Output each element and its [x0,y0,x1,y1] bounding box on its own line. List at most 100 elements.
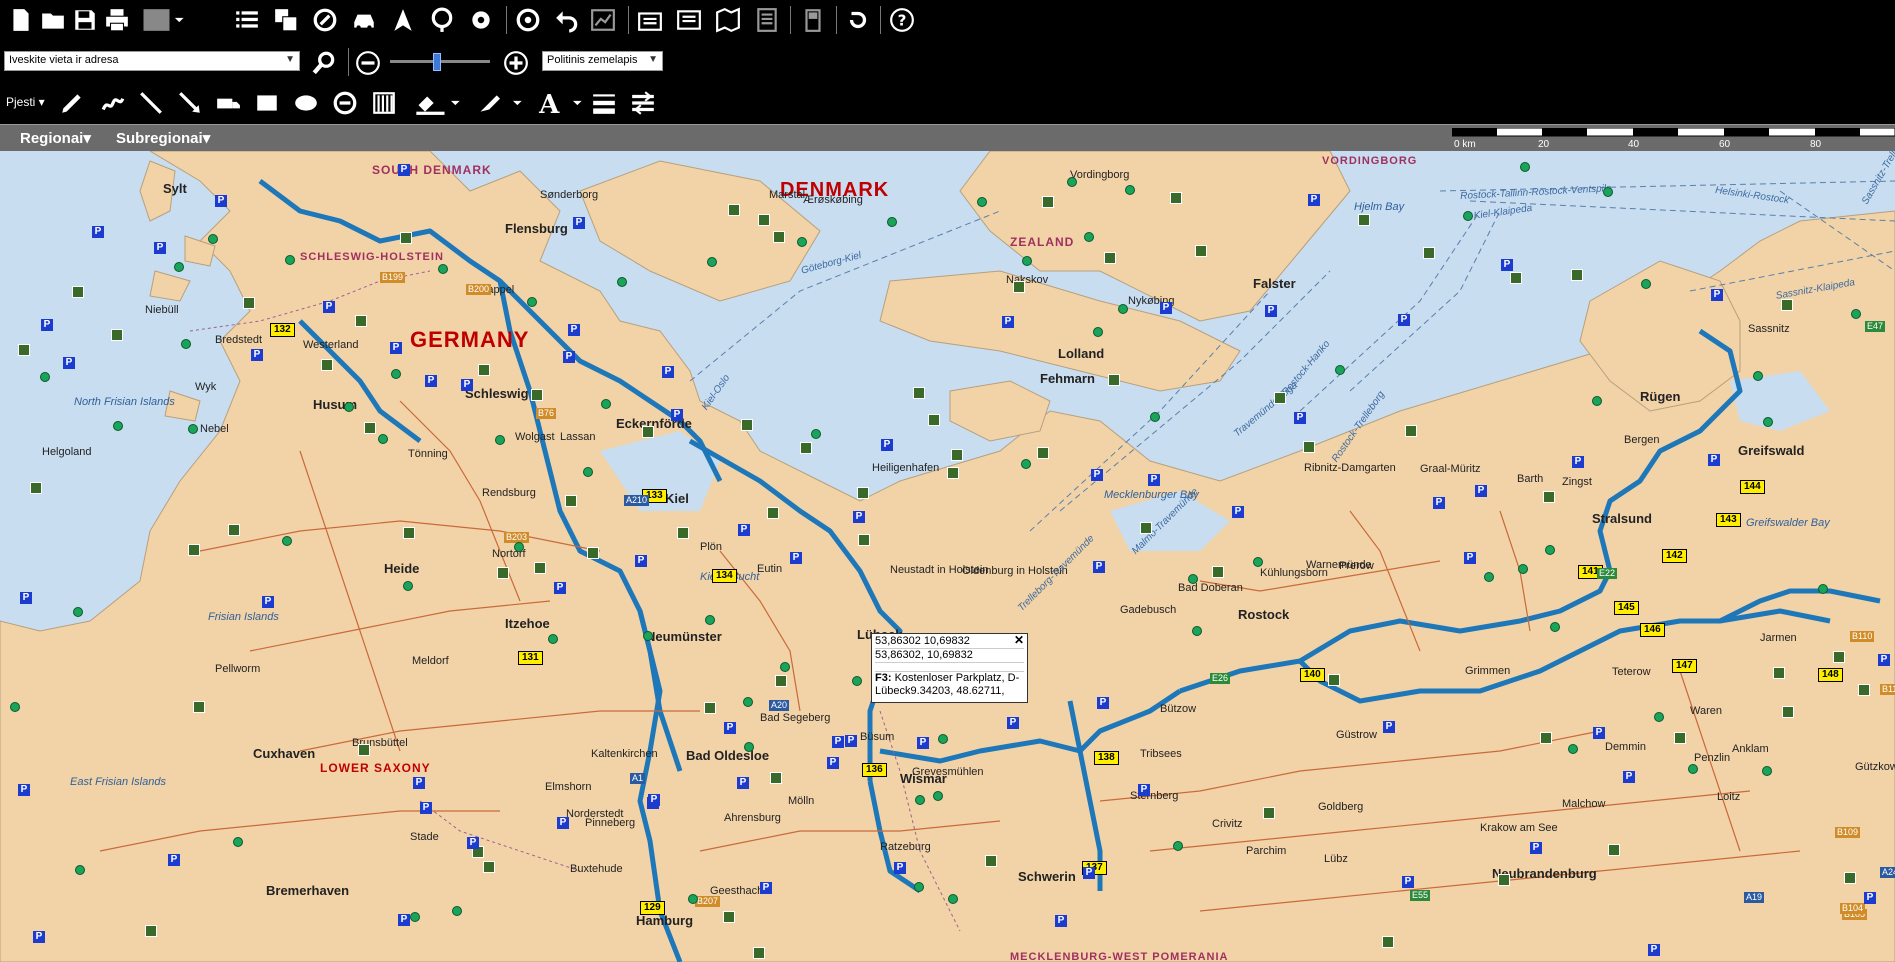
parking-icon[interactable]: P [33,931,45,943]
service-icon[interactable] [1858,684,1870,696]
map-book-icon[interactable] [712,4,744,36]
parking-icon[interactable]: P [18,784,30,796]
poi-dot-icon[interactable] [344,402,354,412]
service-icon[interactable] [364,422,376,434]
service-icon[interactable] [928,414,940,426]
service-icon[interactable] [534,562,546,574]
zoom-out-icon[interactable] [352,47,384,79]
poi-dot-icon[interactable] [1084,232,1094,242]
poi-dot-icon[interactable] [1518,564,1528,574]
parking-icon[interactable]: P [894,862,906,874]
service-icon[interactable] [1013,281,1025,293]
poi-dot-icon[interactable] [113,421,123,431]
service-icon[interactable] [193,701,205,713]
poi-dot-icon[interactable] [744,742,754,752]
parking-icon[interactable]: P [760,882,772,894]
service-icon[interactable] [358,744,370,756]
poi-dot-icon[interactable] [181,339,191,349]
poi-dot-icon[interactable] [1851,309,1861,319]
parking-icon[interactable]: P [154,242,166,254]
service-icon[interactable] [775,675,787,687]
steering-wheel-icon[interactable] [512,4,544,36]
circle-tool-icon[interactable] [329,87,361,119]
poi-dot-icon[interactable] [977,197,987,207]
service-icon[interactable] [243,297,255,309]
parking-icon[interactable]: P [1648,944,1660,956]
poi-dot-icon[interactable] [811,429,821,439]
service-icon[interactable] [858,534,870,546]
poi-dot-icon[interactable] [1641,279,1651,289]
poi-dot-icon[interactable] [780,662,790,672]
service-icon[interactable] [1108,374,1120,386]
service-icon[interactable] [1263,807,1275,819]
address-input[interactable]: Iveskite vieta ir adresa ▼ [4,51,300,71]
poi-dot-icon[interactable] [403,581,413,591]
service-icon[interactable] [403,527,415,539]
parking-icon[interactable]: P [1475,485,1487,497]
info-popup[interactable]: ✕ 53,86302 10,69832 53,86302, 10,69832 F… [871,633,1028,703]
poi-dot-icon[interactable] [1484,572,1494,582]
service-icon[interactable] [1037,447,1049,459]
parking-icon[interactable]: P [737,777,749,789]
service-icon[interactable] [1140,522,1152,534]
text-tool-icon[interactable]: A [534,87,586,119]
service-icon[interactable] [1571,269,1583,281]
service-icon[interactable] [188,544,200,556]
parking-icon[interactable]: P [1383,721,1395,733]
document-list-icon[interactable] [751,4,783,36]
service-icon[interactable] [145,925,157,937]
poi-dot-icon[interactable] [707,257,717,267]
parking-icon[interactable]: P [738,524,750,536]
list-icon[interactable] [231,4,263,36]
poi-dot-icon[interactable] [40,372,50,382]
parking-icon[interactable]: P [168,854,180,866]
poi-dot-icon[interactable] [1021,459,1031,469]
copy-windows-icon[interactable] [270,4,302,36]
undo-icon[interactable] [551,4,583,36]
poi-dot-icon[interactable] [688,894,698,904]
parking-icon[interactable]: P [662,366,674,378]
parking-icon[interactable]: P [1593,727,1605,739]
new-document-icon[interactable] [5,4,37,36]
chart-icon[interactable] [587,4,619,36]
poi-dot-icon[interactable] [1067,177,1077,187]
parking-icon[interactable]: P [467,837,479,849]
parking-icon[interactable]: P [832,736,844,748]
service-icon[interactable] [72,286,84,298]
parking-icon[interactable]: P [425,375,437,387]
poi-dot-icon[interactable] [948,894,958,904]
poi-dot-icon[interactable] [1592,396,1602,406]
service-icon[interactable] [1170,192,1182,204]
service-icon[interactable] [1510,272,1522,284]
poi-dot-icon[interactable] [410,912,420,922]
parking-icon[interactable]: P [420,802,432,814]
truck-icon[interactable] [212,87,244,119]
service-icon[interactable] [111,329,123,341]
parking-icon[interactable]: P [1464,552,1476,564]
map-pin-icon[interactable] [426,4,458,36]
print-icon[interactable] [101,4,133,36]
parking-icon[interactable]: P [1160,302,1172,314]
poi-dot-icon[interactable] [852,676,862,686]
chevron-down-icon[interactable]: ▼ [648,54,658,65]
parking-icon[interactable]: P [1864,892,1876,904]
parking-icon[interactable]: P [1623,771,1635,783]
poi-dot-icon[interactable] [495,435,505,445]
poi-dot-icon[interactable] [1763,417,1773,427]
poi-dot-icon[interactable] [938,734,948,744]
parking-icon[interactable]: P [398,164,410,176]
service-icon[interactable] [642,426,654,438]
service-icon[interactable] [773,231,785,243]
brush-icon[interactable] [474,87,526,119]
parking-icon[interactable]: P [1097,697,1109,709]
help-icon[interactable]: ? [886,4,918,36]
service-icon[interactable] [1674,732,1686,744]
service-icon[interactable] [321,359,333,371]
service-icon[interactable] [565,495,577,507]
parking-icon[interactable]: P [1501,259,1513,271]
import-icon[interactable] [634,4,666,36]
poi-dot-icon[interactable] [583,467,593,477]
service-icon[interactable] [800,442,812,454]
fill-color-icon[interactable] [412,87,464,119]
service-icon[interactable] [497,567,509,579]
